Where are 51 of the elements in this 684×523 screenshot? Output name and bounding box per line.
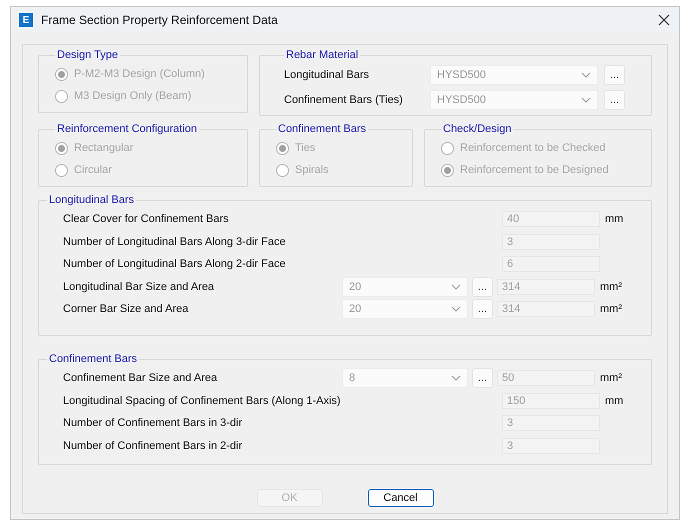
field-label: Number of Longitudinal Bars Along 3-dir Face	[63, 234, 287, 250]
chevron-down-icon	[581, 97, 591, 103]
chevron-down-icon	[451, 284, 461, 290]
unit-label: mm²	[600, 371, 622, 386]
text-field[interactable]: 314	[497, 301, 595, 318]
text-field[interactable]: 314	[497, 278, 595, 295]
text-field[interactable]: 150	[502, 392, 600, 409]
unit-label: mm²	[600, 302, 622, 317]
group-title: Reinforcement Configuration	[56, 122, 198, 136]
field-label: Longitudinal Bar Size and Area	[63, 280, 216, 294]
app-logo: E	[19, 13, 33, 27]
chevron-down-icon	[451, 375, 461, 382]
chevron-down-icon	[581, 72, 591, 78]
unit-label: mm	[605, 212, 624, 227]
text-field[interactable]: 6	[502, 256, 600, 272]
field-label: Number of Confinement Bars in 3-dir	[63, 416, 244, 431]
group-title: Rebar Material	[285, 48, 360, 62]
text-field[interactable]: 3	[502, 234, 600, 250]
field-label: Longitudinal Bars	[284, 68, 370, 83]
unit-label: mm²	[600, 280, 622, 294]
field-label: Clear Cover for Confinement Bars	[63, 212, 230, 227]
unit-label: mm	[605, 394, 624, 408]
field-label: Number of Longitudinal Bars Along 2-dir Face	[63, 257, 287, 272]
text-field[interactable]: 3	[502, 438, 600, 454]
field-label: Number of Confinement Bars in 2-dir	[63, 438, 244, 454]
field-label: Corner Bar Size and Area	[63, 302, 190, 317]
text-field[interactable]: 50	[497, 370, 595, 386]
close-icon[interactable]	[657, 13, 671, 27]
dropdown[interactable]: 8	[342, 368, 468, 388]
browse-button[interactable]: ...	[472, 276, 493, 297]
group-title: Confinement Bars	[48, 352, 138, 366]
dropdown[interactable]: 20	[342, 276, 468, 297]
field-label: Confinement Bar Size and Area	[63, 371, 218, 386]
group-title: Longitudinal Bars	[48, 193, 136, 207]
group-title: Design Type	[56, 48, 119, 62]
chevron-down-icon	[451, 306, 461, 312]
window-title: Frame Section Property Reinforcement Data	[41, 12, 279, 29]
text-field[interactable]: 3	[502, 415, 600, 432]
browse-button[interactable]: ...	[472, 368, 493, 388]
dropdown[interactable]: HYSD500	[430, 65, 598, 85]
dropdown[interactable]: 20	[342, 299, 468, 320]
field-label: Confinement Bars (Ties)	[284, 92, 404, 108]
field-label: Longitudinal Spacing of Confinement Bars (Along 1-Axis)	[63, 394, 342, 408]
dialog-button[interactable]: Cancel	[368, 489, 434, 507]
browse-button[interactable]: ...	[472, 299, 493, 320]
text-field[interactable]: 40	[502, 211, 600, 228]
group-title: Check/Design	[442, 122, 512, 136]
browse-button[interactable]: ...	[604, 65, 625, 85]
dropdown[interactable]: HYSD500	[430, 90, 598, 110]
group-title: Confinement Bars	[277, 122, 368, 136]
browse-button[interactable]: ...	[604, 90, 625, 110]
